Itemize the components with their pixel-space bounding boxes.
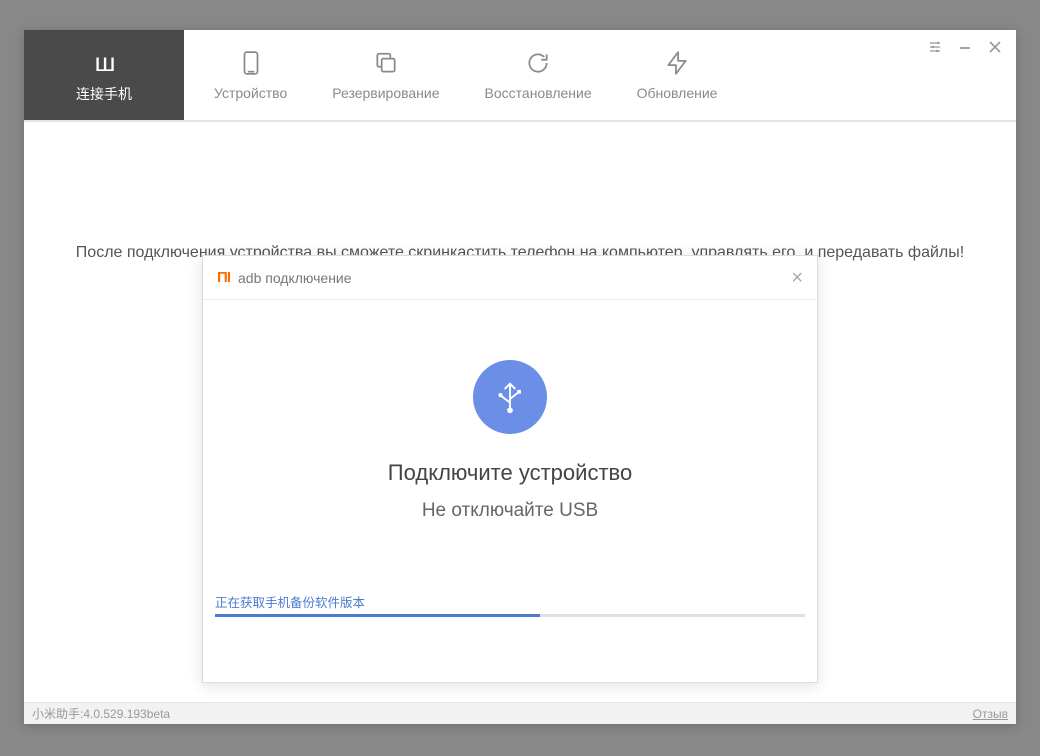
progress-fill xyxy=(215,614,540,617)
app-body: После подключения устройства вы сможете … xyxy=(24,122,1016,702)
dialog-title-bar-text: adb подключение xyxy=(238,270,352,286)
tab-restore[interactable]: Восстановление xyxy=(485,50,592,101)
restore-icon xyxy=(525,50,551,79)
feedback-link[interactable]: Отзыв xyxy=(973,707,1008,721)
dialog-header: ΠΙ adb подключение × xyxy=(203,256,817,300)
status-version: 小米助手:4.0.529.193beta xyxy=(32,705,170,722)
mi-logo-icon: ш xyxy=(95,47,114,78)
minimize-button[interactable] xyxy=(954,38,976,61)
tab-device[interactable]: Устройство xyxy=(214,50,287,101)
progress-label: 正在获取手机备份软件版本 xyxy=(215,592,805,611)
tab-connect[interactable]: ш 连接手机 xyxy=(24,30,184,120)
tab-backup[interactable]: Резервирование xyxy=(332,50,439,101)
tab-label: Восстановление xyxy=(485,85,592,101)
copy-icon xyxy=(373,50,399,79)
status-bar: 小米助手:4.0.529.193beta Отзыв xyxy=(24,702,1016,724)
tab-update[interactable]: Обновление xyxy=(637,50,718,101)
progress-bar xyxy=(215,614,805,617)
usb-icon xyxy=(473,360,547,434)
device-icon xyxy=(238,50,264,79)
flash-icon xyxy=(664,50,690,79)
dialog-main-title: Подключите устройство xyxy=(388,460,632,486)
toolbar-items: Устройство Резервирование xyxy=(184,30,717,120)
close-icon[interactable]: × xyxy=(791,268,803,288)
menu-icon[interactable] xyxy=(924,38,946,61)
progress-area: 正在获取手机备份软件版本 xyxy=(215,592,805,617)
adb-dialog: ΠΙ adb подключение × Подключит xyxy=(202,255,818,683)
window-controls xyxy=(924,38,1006,61)
tab-label: Устройство xyxy=(214,85,287,101)
app-window: ш 连接手机 Устройство xyxy=(24,30,1016,724)
tab-label: Обновление xyxy=(637,85,718,101)
tab-connect-label: 连接手机 xyxy=(76,84,132,104)
close-button[interactable] xyxy=(984,38,1006,61)
mi-logo-icon: ΠΙ xyxy=(217,269,230,286)
tab-label: Резервирование xyxy=(332,85,439,101)
dialog-subtitle: Не отключайте USB xyxy=(422,500,598,522)
toolbar: ш 连接手机 Устройство xyxy=(24,30,1016,122)
